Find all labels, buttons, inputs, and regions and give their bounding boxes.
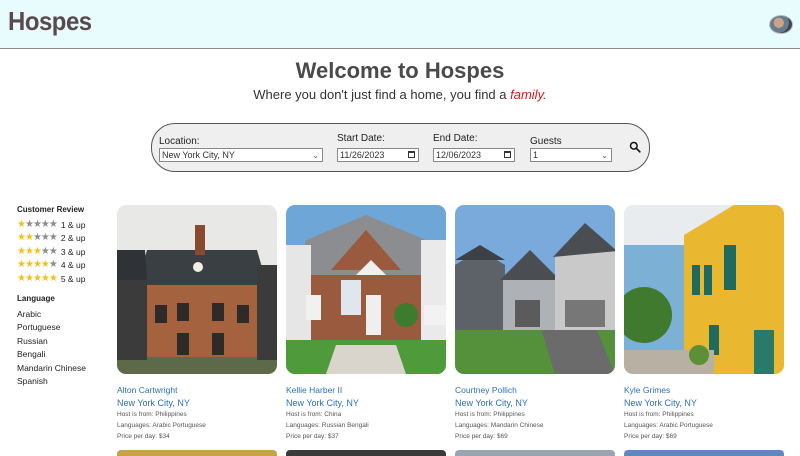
listing-card[interactable]: Courtney Pollich New York City, NY Host …: [455, 205, 615, 440]
host-name-link[interactable]: Kyle Grimes: [624, 385, 670, 395]
listing-card[interactable]: Kellie Harber II New York City, NY Host …: [286, 205, 446, 440]
language-filter-item[interactable]: Mandarin Chinese: [17, 362, 86, 376]
language-filter-item[interactable]: Arabic: [17, 308, 86, 322]
end-date-value: 12/06/2023: [436, 150, 482, 160]
tagline: Where you don't just find a home, you fi…: [0, 87, 800, 102]
price-per-day: Price per day: $69: [624, 433, 677, 440]
host-origin: Host is from: Philippines: [624, 411, 694, 418]
search-bar: Location: New York City, NY ⌄ Start Date…: [151, 123, 650, 172]
logo[interactable]: Hospes: [8, 6, 92, 37]
review-filter-5[interactable]: ★ ★ ★ ★ ★ 5 & up: [17, 272, 86, 286]
tagline-text: Where you don't just find a home, you fi…: [253, 87, 511, 102]
start-date-input[interactable]: 11/26/2023: [337, 148, 419, 162]
location-select[interactable]: New York City, NY ⌄: [159, 148, 323, 162]
guests-value: 1: [533, 150, 539, 160]
price-per-day: Price per day: $37: [286, 433, 339, 440]
host-languages: Languages: Arabic Portuguese: [117, 422, 206, 429]
search-icon[interactable]: [629, 141, 641, 153]
end-date-label: End Date:: [433, 133, 478, 144]
tagline-emphasis: family.: [510, 87, 547, 102]
chevron-down-icon: ⌄: [312, 151, 319, 160]
review-filter-label: 5 & up: [60, 273, 86, 284]
star-icon: ★: [48, 245, 58, 257]
start-date-value: 11/26/2023: [340, 150, 385, 160]
location-label: Location:: [159, 136, 200, 147]
star-icon: ★: [48, 218, 58, 230]
review-filter-list: ★ ★ ★ ★ ★ 1 & up ★ ★ ★ ★ ★ 2 & up ★ ★ ★ ★ ★ 3 & up ★ ★ ★ ★ ★ 4 …: [17, 218, 86, 286]
location-value: New York City, NY: [162, 150, 235, 160]
review-filter-label: 4 & up: [60, 260, 86, 271]
listing-photo[interactable]: [624, 205, 784, 374]
start-date-label: Start Date:: [337, 133, 385, 144]
listing-card[interactable]: Alton Cartwright New York City, NY Host …: [117, 205, 277, 440]
review-filter-1[interactable]: ★ ★ ★ ★ ★ 1 & up: [17, 218, 86, 232]
page-title: Welcome to Hospes: [295, 58, 505, 83]
listing-photo[interactable]: [117, 205, 277, 374]
listing-city[interactable]: New York City, NY: [117, 398, 190, 408]
listing-card[interactable]: Kyle Grimes New York City, NY Host is fr…: [624, 205, 784, 440]
review-filter-3[interactable]: ★ ★ ★ ★ ★ 3 & up: [17, 245, 86, 259]
star-icon: ★: [48, 272, 58, 284]
end-date-input[interactable]: 12/06/2023: [433, 148, 515, 162]
chevron-down-icon: ⌄: [601, 151, 608, 160]
filters-sidebar: Customer Review ★ ★ ★ ★ ★ 1 & up ★ ★ ★ ★ ★ 2 & up ★ ★…: [17, 205, 86, 389]
review-filter-label: 3 & up: [60, 246, 86, 257]
listing-photo-peek: [286, 450, 446, 456]
avatar[interactable]: [769, 15, 793, 34]
listing-city[interactable]: New York City, NY: [286, 398, 359, 408]
review-filter-2[interactable]: ★ ★ ★ ★ ★ 2 & up: [17, 232, 86, 246]
listing-photo-peek: [117, 450, 277, 456]
host-languages: Languages: Mandarin Chinese: [455, 422, 544, 429]
top-bar: Hospes: [0, 0, 800, 49]
calendar-icon[interactable]: [504, 151, 511, 158]
host-languages: Languages: Arabic Portuguese: [624, 422, 713, 429]
customer-review-heading: Customer Review: [17, 205, 85, 214]
language-filter-item[interactable]: Portuguese: [17, 321, 86, 335]
price-per-day: Price per day: $69: [455, 433, 508, 440]
listing-city[interactable]: New York City, NY: [455, 398, 528, 408]
listing-photo-peek: [624, 450, 784, 456]
calendar-icon[interactable]: [408, 151, 415, 158]
language-heading: Language: [17, 293, 55, 303]
listing-photo[interactable]: [286, 205, 446, 374]
host-name-link[interactable]: Courtney Pollich: [455, 385, 517, 395]
star-icon: ★: [48, 259, 58, 271]
price-per-day: Price per day: $34: [117, 433, 170, 440]
review-filter-4[interactable]: ★ ★ ★ ★ ★ 4 & up: [17, 259, 86, 273]
star-icon: ★: [48, 232, 58, 244]
language-filter-list: Arabic Portuguese Russian Bengali Mandarin C…: [17, 308, 86, 390]
host-name-link[interactable]: Kellie Harber II: [286, 385, 342, 395]
review-filter-label: 2 & up: [60, 233, 86, 244]
listing-city[interactable]: New York City, NY: [624, 398, 697, 408]
language-filter-item[interactable]: Bengali: [17, 348, 86, 362]
language-filter-item[interactable]: Russian: [17, 335, 86, 349]
host-name-link[interactable]: Alton Cartwright: [117, 385, 177, 395]
listing-photo[interactable]: [455, 205, 615, 374]
host-origin: Host is from: Philippines: [455, 411, 525, 418]
host-languages: Languages: Russian Bengali: [286, 422, 369, 429]
host-origin: Host is from: Philippines: [117, 411, 187, 418]
guests-select[interactable]: 1 ⌄: [530, 148, 612, 162]
guests-label: Guests: [530, 136, 562, 147]
review-filter-label: 1 & up: [60, 219, 86, 230]
listing-photo-peek: [455, 450, 615, 456]
host-origin: Host is from: China: [286, 411, 342, 418]
language-filter-item[interactable]: Spanish: [17, 375, 86, 389]
